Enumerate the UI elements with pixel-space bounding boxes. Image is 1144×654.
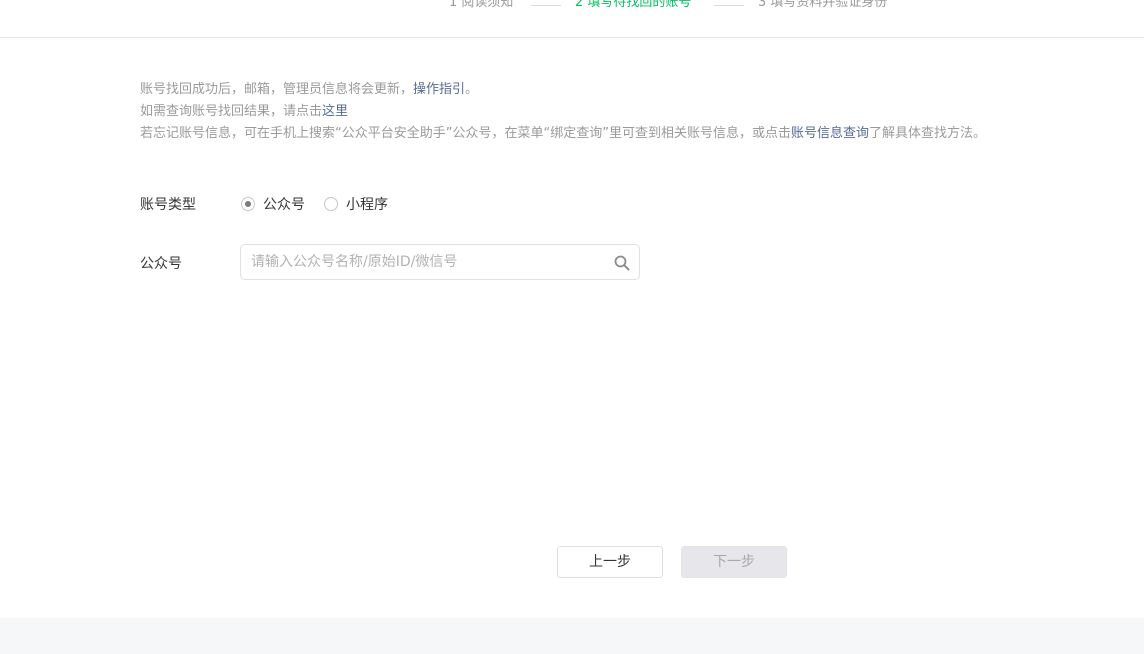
radio-mini-program[interactable]: 小程序	[324, 194, 388, 214]
step-1: 1 阅读须知	[449, 0, 514, 10]
info-line-2-text: 如需查询账号找回结果，请点击	[140, 104, 323, 119]
account-search-box	[240, 244, 640, 280]
step-indicator: 1 阅读须知 2 填写待找回的账号 3 填写资料并验证身份	[0, 0, 1144, 38]
info-line-3-end: 了解具体查找方法。	[868, 126, 986, 141]
info-line-1-text: 账号找回成功后，邮箱，管理员信息将会更新，	[140, 82, 414, 97]
account-search-input[interactable]	[251, 245, 611, 279]
step-divider	[531, 5, 561, 6]
page-container: 1 阅读须知 2 填写待找回的账号 3 填写资料并验证身份 账号找回成功后，邮箱…	[0, 0, 1144, 618]
info-line-2: 如需查询账号找回结果，请点击这里	[140, 101, 986, 123]
info-notes: 账号找回成功后，邮箱，管理员信息将会更新，操作指引。 如需查询账号找回结果，请点…	[140, 79, 986, 145]
info-line-3-text: 若忘记账号信息，可在手机上搜索“公众平台安全助手”公众号，在菜单“绑定查询”里可…	[140, 126, 791, 141]
step-divider	[714, 5, 744, 6]
search-icon[interactable]	[613, 254, 631, 272]
prev-step-button[interactable]: 上一步	[557, 546, 663, 578]
info-line-1: 账号找回成功后，邮箱，管理员信息将会更新，操作指引。	[140, 79, 986, 101]
radio-checked-icon	[241, 197, 255, 211]
info-line-3: 若忘记账号信息，可在手机上搜索“公众平台安全助手”公众号，在菜单“绑定查询”里可…	[140, 123, 986, 145]
radio-unchecked-icon	[324, 197, 338, 211]
radio-mini-program-label: 小程序	[346, 197, 388, 213]
step-3: 3 填写资料并验证身份	[758, 0, 888, 10]
step-2: 2 填写待找回的账号	[575, 0, 692, 10]
operation-guide-link[interactable]: 操作指引	[413, 82, 465, 97]
radio-official-account-label: 公众号	[263, 197, 305, 213]
account-type-label: 账号类型	[140, 197, 196, 213]
info-line-1-end: 。	[465, 82, 479, 97]
account-info-query-link[interactable]: 账号信息查询	[791, 126, 869, 141]
account-field-label: 公众号	[140, 256, 182, 272]
radio-official-account[interactable]: 公众号	[241, 194, 305, 214]
next-step-button[interactable]: 下一步	[681, 546, 787, 578]
recovery-result-link[interactable]: 这里	[322, 104, 348, 119]
